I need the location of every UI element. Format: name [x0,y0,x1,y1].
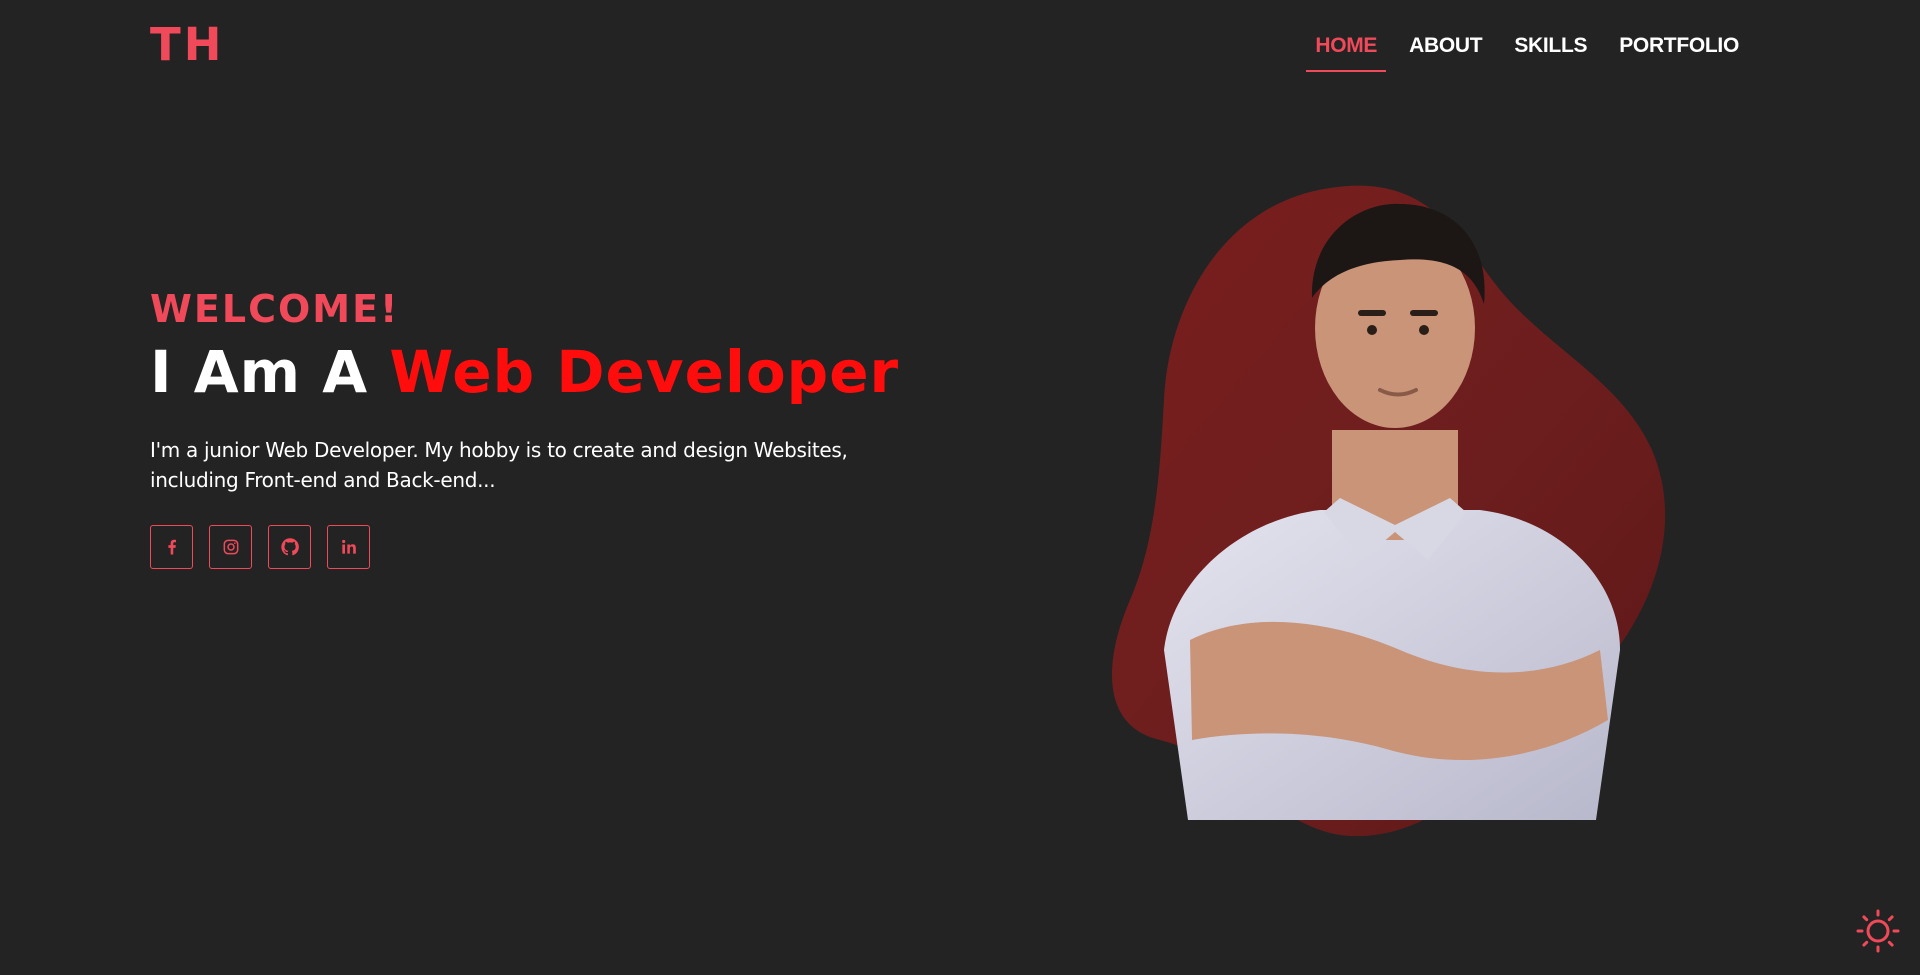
facebook-link[interactable] [150,525,193,569]
logo[interactable]: TH [150,22,224,67]
linkedin-link[interactable] [327,525,370,569]
main-nav: HOME ABOUT SKILLS PORTFOLIO [1292,34,1748,72]
facebook-icon [167,539,176,555]
github-link[interactable] [268,525,311,569]
social-links [150,525,910,569]
github-icon [280,538,299,556]
nav-about[interactable]: ABOUT [1400,34,1491,70]
sun-icon [1856,909,1900,953]
welcome-heading: WELCOME! [150,287,400,331]
theme-toggle-button[interactable] [1856,909,1900,953]
headline-prefix: I Am A [150,338,390,406]
hero-headline: I Am A Web Developer [150,343,910,401]
nav-portfolio[interactable]: PORTFOLIO [1610,34,1748,70]
hero-description: I'm a junior Web Developer. My hobby is … [150,438,848,492]
nav-skills[interactable]: SKILLS [1505,34,1596,70]
hero-portrait [1100,180,1740,860]
portrait-illustration [1111,185,1666,837]
linkedin-icon [341,539,356,554]
instagram-link[interactable] [209,525,252,569]
headline-accent: Web Developer [389,338,900,406]
nav-home[interactable]: HOME [1306,34,1387,72]
instagram-icon [223,539,238,555]
hero-intro: WELCOME! I Am A Web Developer I'm a juni… [150,290,910,569]
